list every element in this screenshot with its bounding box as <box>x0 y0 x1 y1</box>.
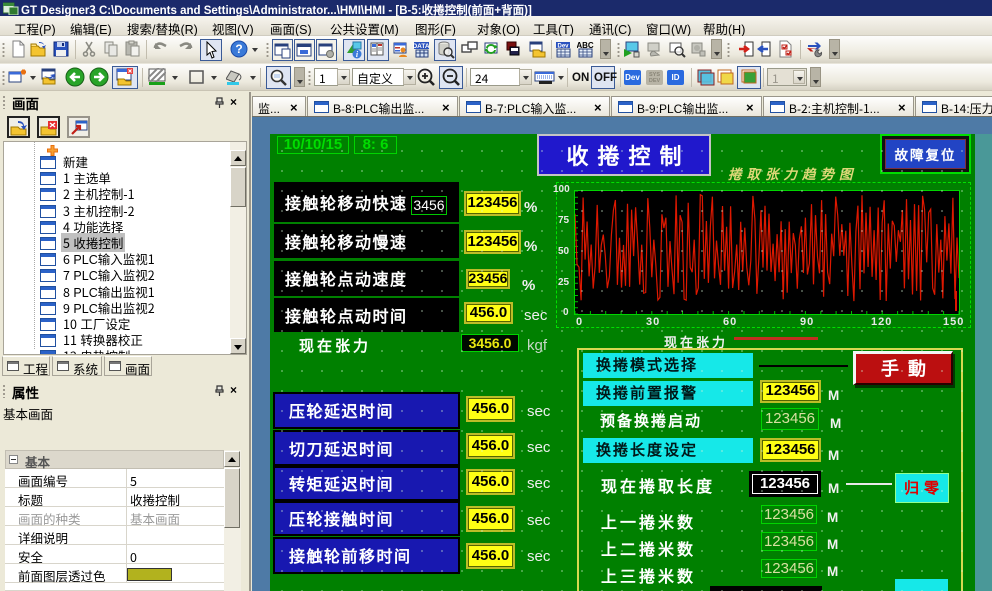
svg-text:?: ? <box>235 42 242 56</box>
svg-text:DATA: DATA <box>413 43 430 50</box>
